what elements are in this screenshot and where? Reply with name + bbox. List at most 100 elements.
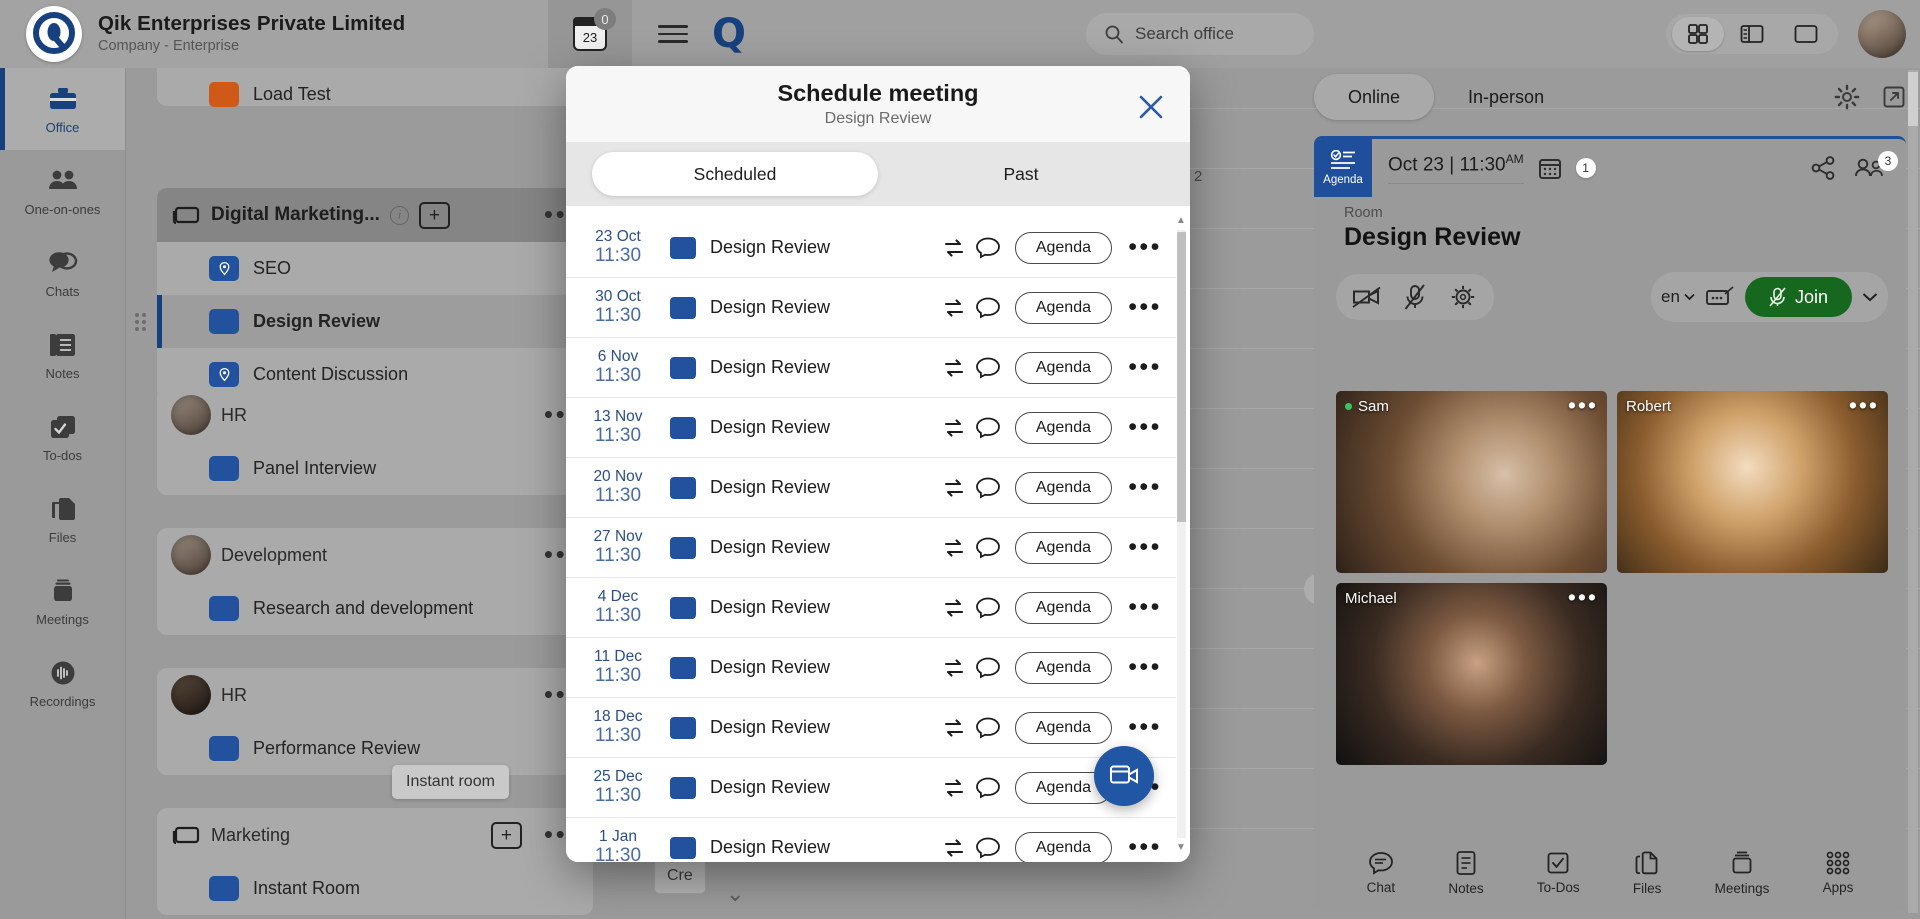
recurring-icon[interactable] xyxy=(937,531,971,565)
comment-icon[interactable] xyxy=(971,711,1005,745)
recurring-icon[interactable] xyxy=(937,831,971,863)
add-room-button[interactable]: + xyxy=(418,201,450,229)
group-header[interactable]: Development ••• xyxy=(157,528,593,582)
more-options-icon[interactable]: ••• xyxy=(1122,474,1168,499)
search-input[interactable]: Search office xyxy=(1086,13,1314,55)
tab-scheduled[interactable]: Scheduled xyxy=(592,152,878,196)
agenda-button[interactable]: Agenda xyxy=(1014,831,1112,862)
table-row[interactable]: 4 Dec 11:30 Design Review Agenda ••• xyxy=(566,578,1176,638)
calendar-button[interactable]: 23 0 xyxy=(548,0,632,68)
page-scrollbar-track[interactable] xyxy=(1908,70,1918,913)
participant-tile[interactable]: Robert ••• xyxy=(1617,391,1888,573)
list-item[interactable]: Research and development xyxy=(157,582,593,635)
list-item[interactable]: Load Test xyxy=(157,68,593,121)
bottom-nav-chat[interactable]: Chat xyxy=(1367,851,1395,895)
scroll-down-icon[interactable]: ▼ xyxy=(1175,841,1187,854)
agenda-button[interactable]: Agenda xyxy=(1014,711,1112,744)
more-options-icon[interactable]: ••• xyxy=(1122,234,1168,259)
sidebar-item-office[interactable]: Office xyxy=(0,68,125,150)
bottom-nav-notes[interactable]: Notes xyxy=(1448,850,1484,896)
menu-toggle-icon[interactable] xyxy=(658,25,688,43)
split-view-icon[interactable] xyxy=(1726,17,1778,51)
group-header[interactable]: HR ••• xyxy=(157,668,593,722)
table-row[interactable]: 6 Nov 11:30 Design Review Agenda ••• xyxy=(566,338,1176,398)
tab-in-person[interactable]: In-person xyxy=(1434,74,1578,120)
tab-past[interactable]: Past xyxy=(878,152,1164,196)
single-view-icon[interactable] xyxy=(1780,17,1832,51)
recurring-icon[interactable] xyxy=(937,651,971,685)
list-item[interactable]: SEO xyxy=(157,242,593,295)
list-item[interactable]: Instant Room xyxy=(157,862,593,915)
page-scrollbar-thumb[interactable] xyxy=(1908,72,1918,126)
device-settings-icon[interactable] xyxy=(1442,279,1484,315)
more-options-icon[interactable]: ••• xyxy=(1122,414,1168,439)
participant-tile[interactable]: Michael ••• xyxy=(1336,583,1607,765)
tile-more-options-icon[interactable]: ••• xyxy=(1849,394,1879,417)
tile-more-options-icon[interactable]: ••• xyxy=(1568,586,1598,609)
agenda-button[interactable]: Agenda xyxy=(1014,351,1112,384)
more-options-icon[interactable]: ••• xyxy=(1122,654,1168,679)
recurring-icon[interactable] xyxy=(937,231,971,265)
list-scrollbar[interactable]: ▲ ▼ xyxy=(1175,214,1187,854)
more-options-icon[interactable]: ••• xyxy=(1122,714,1168,739)
meeting-list[interactable]: 23 Oct 11:30 Design Review Agenda ••• 30 Oct 1… xyxy=(566,206,1176,862)
group-header[interactable]: HR ••• xyxy=(157,388,593,442)
agenda-button[interactable]: Agenda xyxy=(1014,471,1112,504)
sidebar-item-todos[interactable]: To-dos xyxy=(0,396,125,478)
comment-icon[interactable] xyxy=(971,471,1005,505)
recurring-icon[interactable] xyxy=(937,471,971,505)
bottom-nav-apps[interactable]: Apps xyxy=(1823,851,1853,895)
sidebar-item-chats[interactable]: Chats xyxy=(0,232,125,314)
comment-icon[interactable] xyxy=(971,291,1005,325)
bottom-nav-meetings[interactable]: Meetings xyxy=(1715,850,1769,896)
table-row[interactable]: 25 Dec11:30Design ReviewAgenda••• xyxy=(566,758,1176,818)
table-row[interactable]: 1 Jan 11:30 Design Review Agenda ••• xyxy=(566,818,1176,862)
share-icon[interactable] xyxy=(1810,155,1836,181)
comment-icon[interactable] xyxy=(971,231,1005,265)
agenda-tab[interactable]: Agenda xyxy=(1314,139,1372,197)
agenda-button[interactable]: Agenda xyxy=(1014,291,1112,324)
company-brand[interactable]: Qik Enterprises Private Limited Company … xyxy=(0,0,548,68)
group-header[interactable]: Digital Marketing... i + ••• xyxy=(157,188,593,242)
comment-icon[interactable] xyxy=(971,351,1005,385)
comment-icon[interactable] xyxy=(971,831,1005,863)
table-row[interactable]: 27 Nov 11:30 Design Review Agenda ••• xyxy=(566,518,1176,578)
list-item[interactable]: Performance Review xyxy=(157,722,593,775)
sidebar-item-meetings[interactable]: Meetings xyxy=(0,560,125,642)
recurring-icon[interactable] xyxy=(937,591,971,625)
more-options-icon[interactable]: ••• xyxy=(1122,354,1168,379)
sidebar-item-files[interactable]: Files xyxy=(0,478,125,560)
bottom-nav-todos[interactable]: To-Dos xyxy=(1537,851,1580,895)
camera-off-icon[interactable] xyxy=(1346,279,1388,315)
participant-tile[interactable]: Sam ••• xyxy=(1336,391,1607,573)
mic-off-icon[interactable] xyxy=(1394,279,1436,315)
comment-icon[interactable] xyxy=(971,531,1005,565)
agenda-button[interactable]: Agenda xyxy=(1014,591,1112,624)
recurring-icon[interactable] xyxy=(937,351,971,385)
more-options-icon[interactable]: ••• xyxy=(1122,834,1168,859)
table-row[interactable]: 30 Oct 11:30 Design Review Agenda ••• xyxy=(566,278,1176,338)
table-row[interactable]: 23 Oct 11:30 Design Review Agenda ••• xyxy=(566,218,1176,278)
comment-icon[interactable] xyxy=(971,411,1005,445)
scrollbar-thumb[interactable] xyxy=(1177,232,1186,522)
language-selector[interactable]: en xyxy=(1661,287,1695,307)
list-item[interactable]: Panel Interview xyxy=(157,442,593,495)
close-icon[interactable] xyxy=(1134,90,1168,124)
add-room-button[interactable]: + xyxy=(490,821,522,849)
comment-icon[interactable] xyxy=(971,771,1005,805)
scroll-down-icon[interactable]: ⌄ xyxy=(726,881,744,907)
open-external-icon[interactable] xyxy=(1882,85,1906,109)
settings-gear-icon[interactable] xyxy=(1834,84,1860,110)
scroll-up-icon[interactable]: ▲ xyxy=(1175,214,1187,227)
whiteboard-icon[interactable] xyxy=(1705,286,1735,308)
user-avatar[interactable] xyxy=(1858,10,1906,58)
calendar-icon[interactable] xyxy=(1538,156,1562,180)
recurring-icon[interactable] xyxy=(937,771,971,805)
more-options-icon[interactable]: ••• xyxy=(1122,534,1168,559)
recurring-icon[interactable] xyxy=(937,411,971,445)
more-options-icon[interactable]: ••• xyxy=(1122,294,1168,319)
info-icon[interactable]: i xyxy=(389,205,409,225)
recurring-icon[interactable] xyxy=(937,711,971,745)
agenda-button[interactable]: Agenda xyxy=(1014,231,1112,264)
schedule-meeting-button[interactable] xyxy=(1094,746,1154,806)
